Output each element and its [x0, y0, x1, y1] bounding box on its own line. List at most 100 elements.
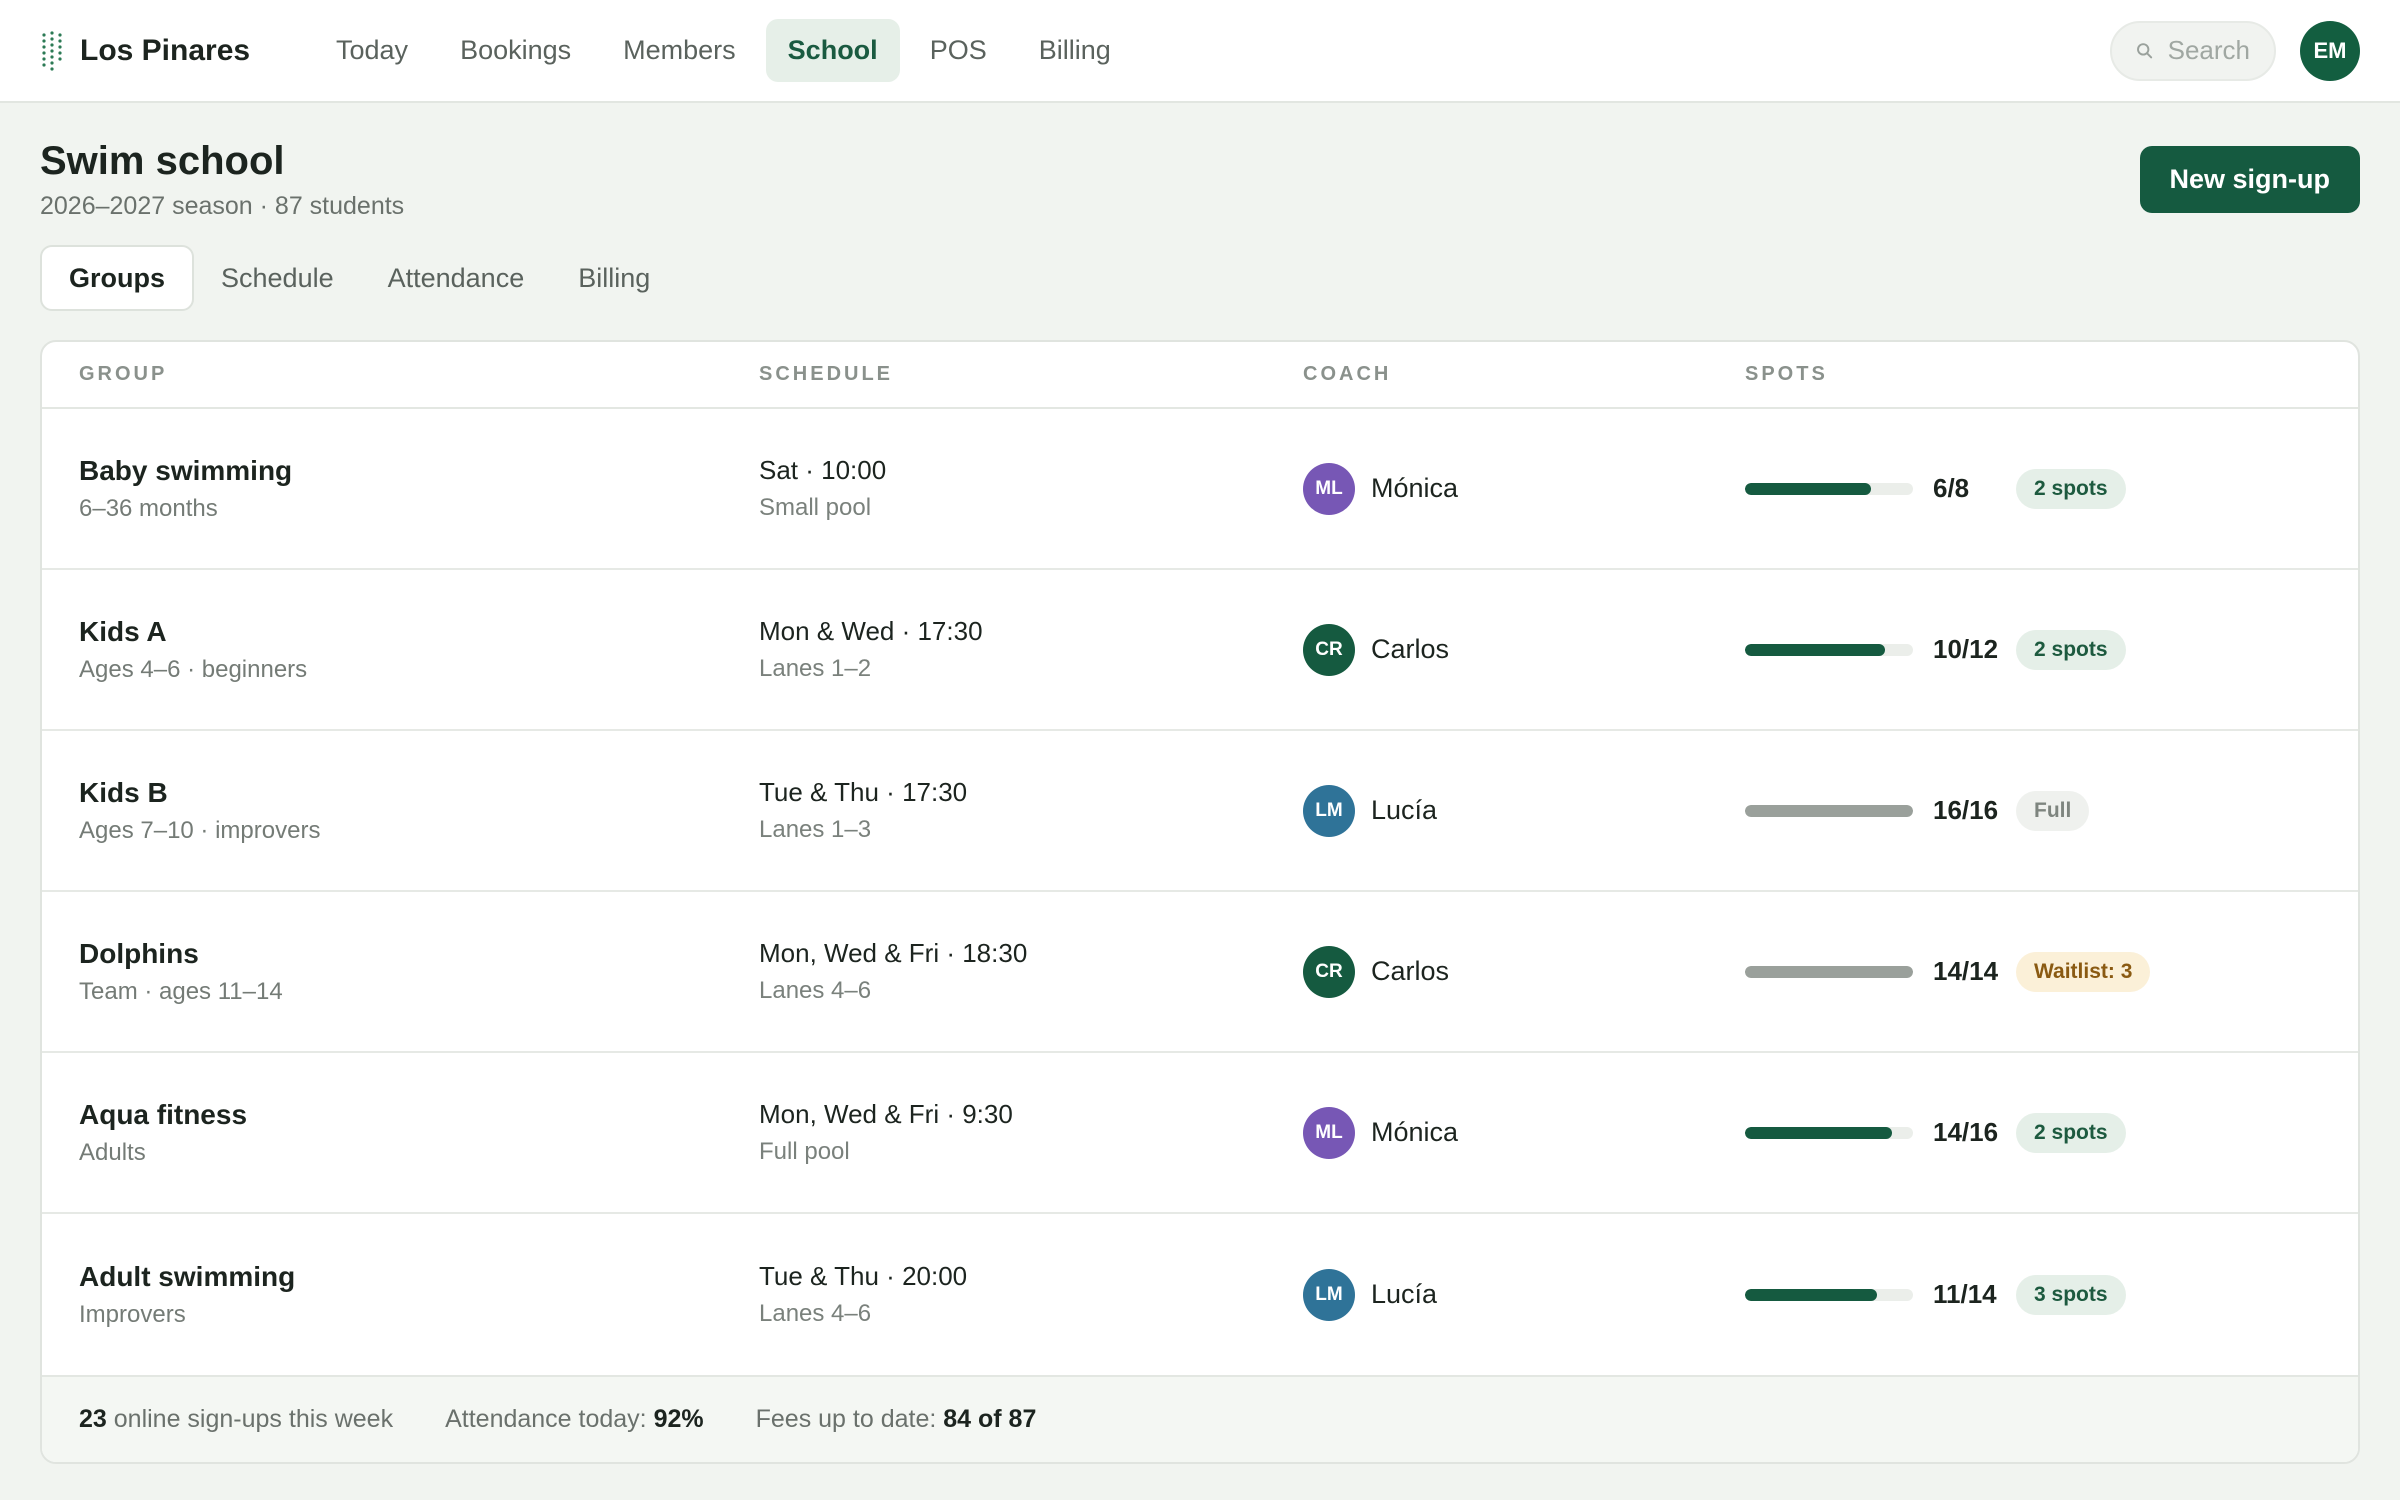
status-badge: 2 spots — [2016, 1112, 2126, 1153]
group-detail: Team · ages 11–14 — [79, 977, 283, 1005]
coach-avatar: LM — [1303, 1268, 1355, 1321]
capacity-bar-fill — [1745, 643, 1885, 656]
coach-cell: CR Carlos — [1303, 945, 1745, 998]
user-avatar[interactable]: EM — [2300, 20, 2360, 81]
schedule-location: Full pool — [759, 1138, 850, 1165]
schedule-cell: Tue & Thu · 20:00 Lanes 4–6 — [759, 1261, 1303, 1328]
group-name: Aqua fitness — [79, 1098, 248, 1130]
fees-summary: Fees up to date: 84 of 87 — [756, 1405, 1037, 1434]
column-header-schedule[interactable]: SCHEDULE — [759, 363, 1303, 386]
nav-item-pos[interactable]: POS — [908, 19, 1009, 82]
spots-cell: 11/14 3 spots — [1745, 1274, 2358, 1315]
tab-schedule[interactable]: Schedule — [194, 245, 361, 311]
coach-cell: ML Mónica — [1303, 462, 1745, 515]
schedule-time: Tue & Thu · 17:30 — [759, 777, 968, 807]
group-detail: Ages 4–6 · beginners — [79, 655, 308, 683]
group-cell: Adult swimming Improvers — [79, 1261, 759, 1329]
group-detail: Adults — [79, 1138, 146, 1166]
schedule-time: Tue & Thu · 20:00 — [759, 1261, 968, 1291]
coach-name[interactable]: Lucía — [1371, 1279, 1437, 1310]
tab-attendance[interactable]: Attendance — [361, 245, 552, 311]
status-badge: 2 spots — [2016, 468, 2126, 509]
spots-cell: 10/12 2 spots — [1745, 629, 2358, 670]
signups-label: online sign-ups this week — [106, 1405, 394, 1433]
capacity-bar — [1745, 1126, 1913, 1139]
summary-strip: 23 online sign-ups this week Attendance … — [42, 1375, 2358, 1462]
column-header-spots[interactable]: SPOTS — [1745, 363, 2358, 386]
group-detail: Improvers — [79, 1300, 186, 1328]
search-input[interactable]: Search — [2110, 20, 2276, 81]
group-cell: Dolphins Team · ages 11–14 — [79, 938, 759, 1006]
signups-summary: 23 online sign-ups this week — [79, 1405, 393, 1434]
capacity-bar-fill — [1745, 804, 1913, 817]
attendance-value: 92% — [653, 1405, 704, 1433]
capacity-bar-fill — [1745, 482, 1871, 495]
column-header-group[interactable]: GROUP — [79, 363, 759, 386]
group-cell: Aqua fitness Adults — [79, 1099, 759, 1167]
group-cell: Kids A Ages 4–6 · beginners — [79, 616, 759, 684]
status-badge: 2 spots — [2016, 629, 2126, 670]
status-badge: Waitlist: 3 — [2016, 951, 2151, 992]
coach-cell: LM Lucía — [1303, 784, 1745, 837]
coach-avatar: ML — [1303, 1106, 1355, 1159]
search-placeholder: Search — [2167, 35, 2250, 65]
coach-name[interactable]: Carlos — [1371, 956, 1449, 987]
schedule-time: Mon, Wed & Fri · 18:30 — [759, 938, 1028, 968]
group-name: Baby swimming — [79, 454, 293, 486]
schedule-location: Small pool — [759, 494, 872, 521]
new-signup-button[interactable]: New sign-up — [2139, 146, 2360, 213]
nav-item-bookings[interactable]: Bookings — [438, 19, 593, 82]
tab-billing[interactable]: Billing — [551, 245, 677, 311]
coach-avatar: ML — [1303, 462, 1355, 515]
section-tabs: Groups Schedule Attendance Billing — [40, 245, 2360, 311]
schedule-location: Lanes 1–2 — [759, 655, 872, 682]
schedule-cell: Tue & Thu · 17:30 Lanes 1–3 — [759, 777, 1303, 844]
spots-cell: 16/16 Full — [1745, 790, 2358, 831]
table-row[interactable]: Baby swimming 6–36 months Sat · 10:00 Small… — [42, 409, 2358, 570]
coach-cell: LM Lucía — [1303, 1268, 1745, 1321]
table-row[interactable]: Kids A Ages 4–6 · beginners Mon & Wed · 17… — [42, 570, 2358, 731]
logo-icon — [42, 30, 62, 71]
spots-count: 14/16 — [1933, 1117, 1999, 1147]
table-row[interactable]: Kids B Ages 7–10 · improvers Tue & Thu · 1… — [42, 731, 2358, 892]
schedule-time: Sat · 10:00 — [759, 455, 887, 485]
brand[interactable]: Los Pinares — [40, 30, 314, 71]
spots-cell: 14/14 Waitlist: 3 — [1745, 951, 2358, 992]
schedule-cell: Mon & Wed · 17:30 Lanes 1–2 — [759, 616, 1303, 683]
page-header: Swim school 2026–2027 season · 87 studen… — [0, 103, 2400, 311]
spots-cell: 6/8 2 spots — [1745, 468, 2358, 509]
schedule-time: Mon, Wed & Fri · 9:30 — [759, 1099, 1013, 1129]
coach-name[interactable]: Mónica — [1371, 473, 1458, 504]
search-icon — [2137, 42, 2153, 58]
capacity-bar — [1745, 965, 1913, 978]
coach-name[interactable]: Mónica — [1371, 1117, 1458, 1148]
capacity-bar — [1745, 1288, 1913, 1301]
coach-name[interactable]: Lucía — [1371, 795, 1437, 826]
nav-item-billing[interactable]: Billing — [1017, 19, 1133, 82]
schedule-cell: Mon, Wed & Fri · 18:30 Lanes 4–6 — [759, 938, 1303, 1005]
status-badge: 3 spots — [2016, 1274, 2126, 1315]
spots-count: 16/16 — [1933, 795, 1999, 825]
group-name: Kids B — [79, 776, 168, 808]
tab-groups[interactable]: Groups — [40, 245, 195, 311]
schedule-cell: Sat · 10:00 Small pool — [759, 455, 1303, 522]
column-header-coach[interactable]: COACH — [1303, 363, 1745, 386]
group-cell: Baby swimming 6–36 months — [79, 455, 759, 523]
fees-label: Fees up to date: — [755, 1405, 944, 1433]
coach-avatar: LM — [1303, 784, 1355, 837]
table-body: Baby swimming 6–36 months Sat · 10:00 Small… — [42, 409, 2358, 1375]
coach-name[interactable]: Carlos — [1371, 634, 1449, 665]
group-name: Dolphins — [79, 937, 199, 969]
nav-item-members[interactable]: Members — [601, 19, 758, 82]
page-title: Swim school — [40, 139, 285, 183]
nav-item-school[interactable]: School — [765, 19, 900, 82]
schedule-location: Lanes 4–6 — [759, 1300, 872, 1327]
attendance-label: Attendance today: — [445, 1405, 654, 1433]
table-row[interactable]: Dolphins Team · ages 11–14 Mon, Wed & Fri … — [42, 892, 2358, 1053]
capacity-bar — [1745, 804, 1913, 817]
table-row[interactable]: Aqua fitness Adults Mon, Wed & Fri · 9:30 F… — [42, 1053, 2358, 1214]
capacity-bar-fill — [1745, 965, 1913, 978]
nav-item-today[interactable]: Today — [314, 19, 430, 82]
app-name: Los Pinares — [80, 33, 251, 67]
table-row[interactable]: Adult swimming Improvers Tue & Thu · 20:00… — [42, 1214, 2358, 1375]
